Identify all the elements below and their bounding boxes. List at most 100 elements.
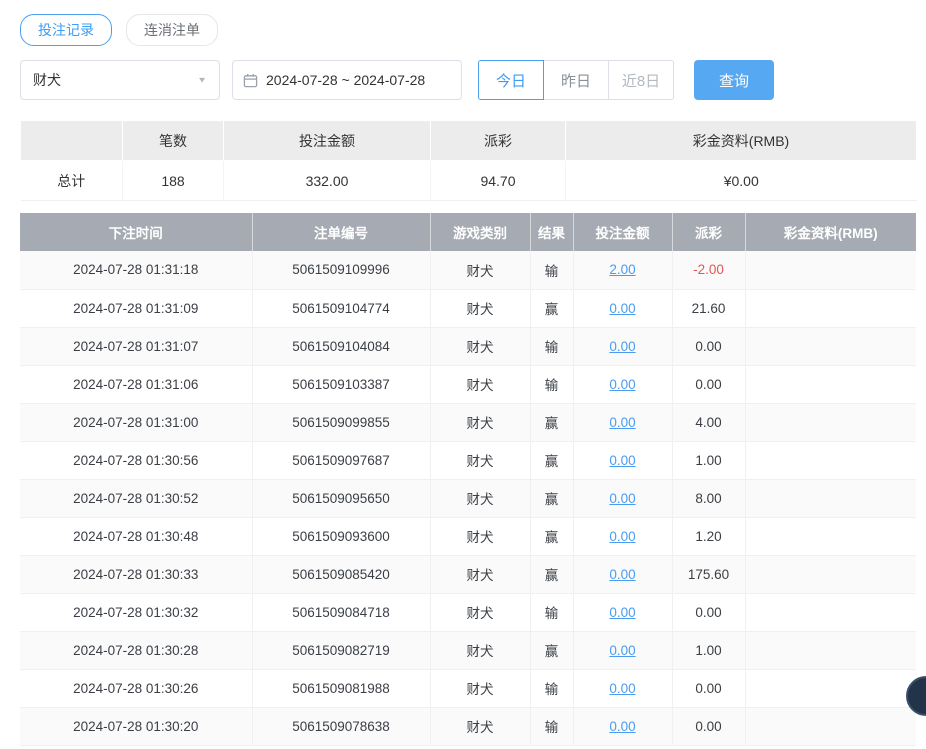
bet-amount-cell[interactable]: 0.00 [573,669,672,707]
header-payout: 派彩 [672,213,745,251]
bet-amount-cell[interactable]: 0.00 [573,403,672,441]
result-cell: 赢 [530,403,573,441]
order-id-cell: 5061509104774 [252,289,430,327]
bet-amount-cell[interactable]: 0.00 [573,365,672,403]
bonus-cell [745,669,916,707]
summary-header-count: 笔数 [123,121,224,161]
bonus-cell [745,251,916,289]
quick-date-button-group: 今日 昨日 近8日 [478,60,674,100]
summary-header-empty [21,121,123,161]
bet-amount-link[interactable]: 0.00 [609,339,635,354]
result-cell: 输 [530,669,573,707]
payout-cell: -2.00 [672,251,745,289]
quick-today-button[interactable]: 今日 [478,60,544,100]
bonus-cell [745,555,916,593]
payout-cell: 0.00 [672,669,745,707]
bet-amount-link[interactable]: 0.00 [609,377,635,392]
bet-amount-link[interactable]: 0.00 [609,453,635,468]
game-type-cell: 财犬 [430,593,530,631]
order-id-cell: 5061509085420 [252,555,430,593]
game-select-value: 财犬 [33,70,61,90]
result-cell: 输 [530,593,573,631]
bet-amount-cell[interactable]: 0.00 [573,441,672,479]
bonus-cell [745,403,916,441]
bet-amount-cell[interactable]: 0.00 [573,707,672,745]
bet-amount-cell[interactable]: 0.00 [573,327,672,365]
bet-amount-link[interactable]: 0.00 [609,491,635,506]
header-bet-time: 下注时间 [20,213,252,251]
chevron-down-icon: ▼ [197,76,207,85]
bet-amount-link[interactable]: 0.00 [609,415,635,430]
summary-header-bonus: 彩金资料(RMB) [566,121,917,161]
table-row: 2024-07-28 01:30:265061509081988财犬输0.000… [20,669,916,707]
bet-amount-cell[interactable]: 2.00 [573,251,672,289]
table-row: 2024-07-28 01:30:205061509078638财犬输0.000… [20,707,916,745]
bonus-cell [745,631,916,669]
search-button[interactable]: 查询 [694,60,774,100]
payout-cell: 8.00 [672,479,745,517]
bet-amount-link[interactable]: 0.00 [609,301,635,316]
header-game-type: 游戏类别 [430,213,530,251]
table-row: 2024-07-28 01:30:325061509084718财犬输0.000… [20,593,916,631]
bet-records-table: 下注时间 注单编号 游戏类别 结果 投注金额 派彩 彩金资料(RMB) 2024… [20,213,916,746]
bet-amount-cell[interactable]: 0.00 [573,593,672,631]
game-type-cell: 财犬 [430,365,530,403]
game-select[interactable]: 财犬 ▼ [20,60,220,100]
bet-amount-cell[interactable]: 0.00 [573,479,672,517]
payout-cell: 0.00 [672,327,745,365]
order-id-cell: 5061509078638 [252,707,430,745]
result-cell: 输 [530,365,573,403]
tab-cancelled-orders[interactable]: 连消注单 [126,14,218,46]
order-id-cell: 5061509099855 [252,403,430,441]
table-row: 2024-07-28 01:30:565061509097687财犬赢0.001… [20,441,916,479]
bet-table-header-row: 下注时间 注单编号 游戏类别 结果 投注金额 派彩 彩金资料(RMB) [20,213,916,251]
bet-amount-cell[interactable]: 0.00 [573,289,672,327]
bet-amount-cell[interactable]: 0.00 [573,517,672,555]
bonus-cell [745,365,916,403]
bonus-cell [745,479,916,517]
date-range-input[interactable]: 2024-07-28 ~ 2024-07-28 [232,60,462,100]
tab-bet-records[interactable]: 投注记录 [20,14,112,46]
bet-amount-link[interactable]: 0.00 [609,643,635,658]
game-type-cell: 财犬 [430,403,530,441]
game-type-cell: 财犬 [430,479,530,517]
payout-cell: 21.60 [672,289,745,327]
bet-amount-link[interactable]: 0.00 [609,681,635,696]
table-row: 2024-07-28 01:30:525061509095650财犬赢0.008… [20,479,916,517]
quick-last8days-button[interactable]: 近8日 [608,60,674,100]
summary-payout-value: 94.70 [431,161,566,201]
order-id-cell: 5061509104084 [252,327,430,365]
quick-yesterday-button[interactable]: 昨日 [543,60,609,100]
bet-amount-link[interactable]: 2.00 [609,262,635,277]
betting-records-page: 投注记录 连消注单 财犬 ▼ 2024-07-28 ~ 2024-07-28 今… [0,0,926,749]
order-id-cell: 5061509103387 [252,365,430,403]
payout-cell: 0.00 [672,593,745,631]
table-row: 2024-07-28 01:30:485061509093600财犬赢0.001… [20,517,916,555]
date-range-value: 2024-07-28 ~ 2024-07-28 [266,72,425,88]
bet-amount-link[interactable]: 0.00 [609,529,635,544]
payout-cell: 4.00 [672,403,745,441]
game-type-cell: 财犬 [430,441,530,479]
bet-time-cell: 2024-07-28 01:30:28 [20,631,252,669]
header-bet-amount: 投注金额 [573,213,672,251]
bet-amount-link[interactable]: 0.00 [609,567,635,582]
bet-time-cell: 2024-07-28 01:30:48 [20,517,252,555]
summary-total-label: 总计 [21,161,123,201]
bonus-cell [745,707,916,745]
game-type-cell: 财犬 [430,631,530,669]
summary-bet-amount-value: 332.00 [224,161,431,201]
order-id-cell: 5061509097687 [252,441,430,479]
bet-table-body: 2024-07-28 01:31:185061509109996财犬输2.00-… [20,251,916,745]
bet-amount-link[interactable]: 0.00 [609,605,635,620]
payout-cell: 175.60 [672,555,745,593]
bet-amount-link[interactable]: 0.00 [609,719,635,734]
result-cell: 赢 [530,631,573,669]
bet-amount-cell[interactable]: 0.00 [573,631,672,669]
bet-amount-cell[interactable]: 0.00 [573,555,672,593]
result-cell: 赢 [530,479,573,517]
game-type-cell: 财犬 [430,251,530,289]
payout-cell: 1.00 [672,631,745,669]
table-row: 2024-07-28 01:30:335061509085420财犬赢0.001… [20,555,916,593]
header-order-id: 注单编号 [252,213,430,251]
payout-cell: 0.00 [672,365,745,403]
